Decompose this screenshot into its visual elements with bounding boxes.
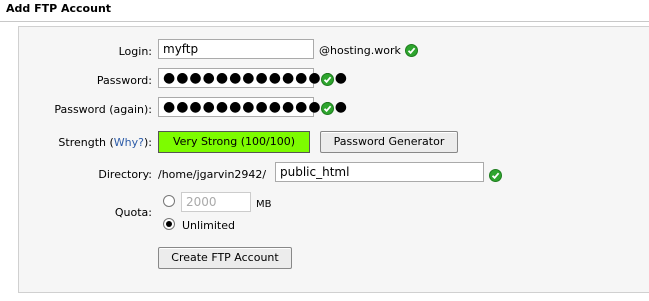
page-title: Add FTP Account	[6, 2, 112, 15]
quota-limited-radio[interactable]	[163, 195, 175, 207]
password-again-label: Password (again):	[54, 103, 152, 116]
why-link[interactable]: Why?	[114, 136, 144, 149]
directory-prefix: /home/jgarvin2942/	[158, 168, 267, 181]
form-panel	[18, 26, 649, 293]
unlimited-label: Unlimited	[182, 219, 235, 232]
domain-suffix: @hosting.work	[319, 44, 401, 57]
password-label: Password:	[96, 74, 152, 87]
quota-unit: MB	[256, 199, 272, 210]
quota-label: Quota:	[114, 206, 152, 219]
directory-input[interactable]: public_html	[275, 162, 484, 182]
strength-label: Strength (Why?):	[58, 136, 152, 149]
strength-meter: Very Strong (100/100)	[158, 131, 310, 153]
login-label: Login:	[118, 45, 152, 58]
password-generator-button[interactable]: Password Generator	[320, 131, 458, 153]
quota-unlimited-radio[interactable]	[163, 218, 175, 230]
directory-label: Directory:	[98, 168, 152, 181]
create-ftp-account-button[interactable]: Create FTP Account	[158, 247, 292, 269]
check-icon	[405, 44, 418, 57]
password-input[interactable]: ●●●●●●●●●●●●●●	[158, 68, 347, 88]
check-icon	[321, 102, 334, 115]
check-icon	[321, 73, 334, 86]
password-again-input[interactable]: ●●●●●●●●●●●●●●	[158, 97, 347, 117]
quota-input[interactable]: 2000	[181, 192, 251, 212]
title-divider	[0, 21, 649, 22]
login-input[interactable]: myftp	[158, 39, 314, 59]
check-icon	[489, 169, 502, 182]
